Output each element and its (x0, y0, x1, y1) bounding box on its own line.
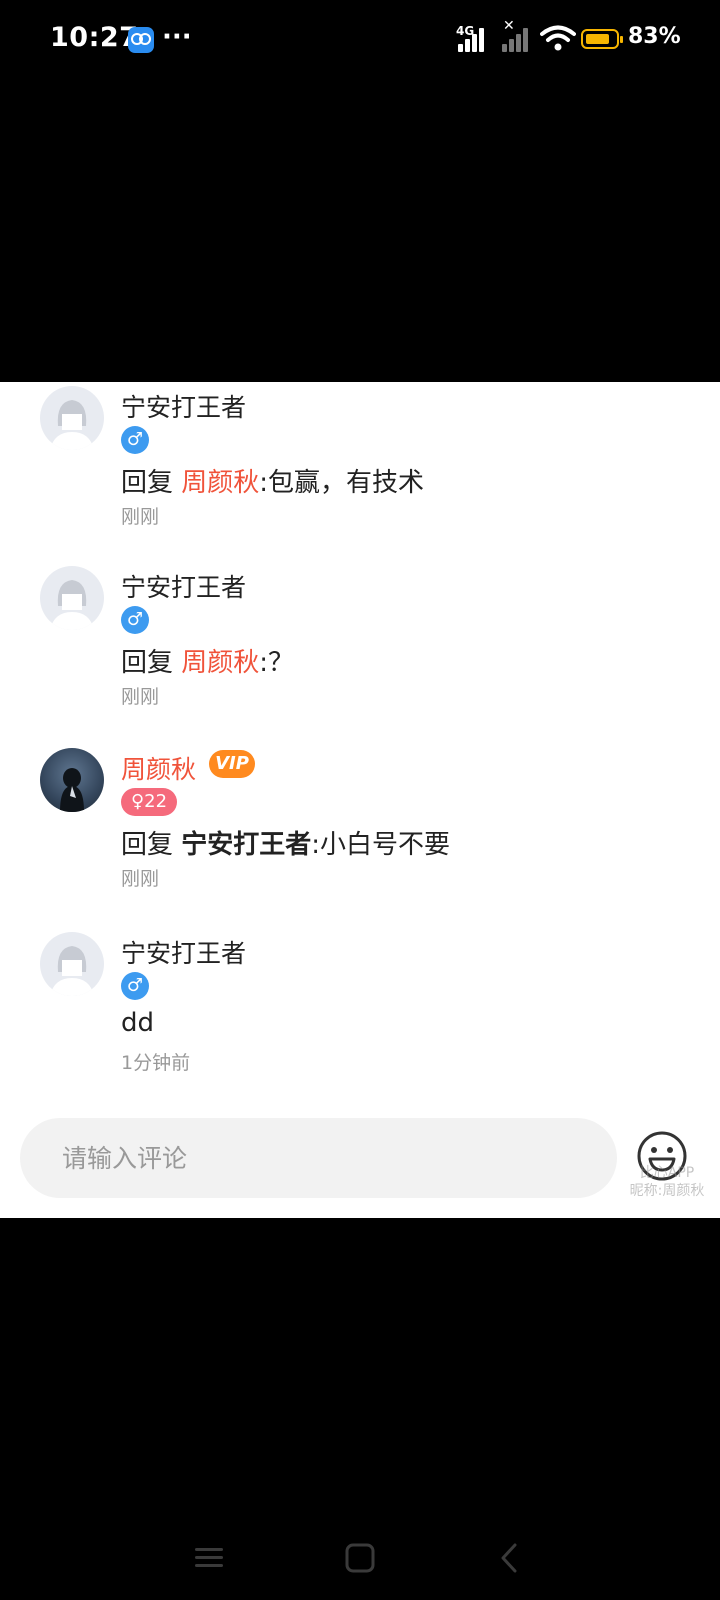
gender-badge: ♂ (121, 972, 149, 1000)
female-icon: ♀ (130, 791, 145, 812)
battery-percent: 83% (628, 24, 681, 49)
default-avatar-icon (50, 400, 94, 450)
battery-level (586, 34, 610, 44)
signal-icon (458, 28, 488, 52)
watermark-line: 昵称:周颜秋 (629, 1183, 705, 1199)
signal-2-icon (502, 28, 532, 52)
vip-badge: VIP (209, 750, 255, 778)
default-avatar-icon (50, 946, 94, 996)
comment-input[interactable] (20, 1118, 617, 1198)
reply-target-name[interactable]: 周颜秋 (181, 648, 259, 678)
comment-time: 刚刚 (121, 506, 160, 528)
comment-time: 刚刚 (121, 686, 160, 708)
comment-text[interactable]: 回复 周颜秋:包赢，有技术 (121, 462, 424, 499)
avatar[interactable] (40, 566, 104, 630)
status-bar: 10:27 ··· 4G ✕ 83% (0, 0, 720, 80)
battery-icon (581, 29, 623, 49)
username[interactable]: 周颜秋 (121, 750, 196, 786)
reply-prefix: 回复 (121, 468, 182, 498)
male-icon: ♂ (126, 975, 144, 996)
username[interactable]: 宁安打王者 (121, 934, 246, 970)
more-notifications-icon: ··· (162, 22, 192, 52)
menu-icon[interactable] (189, 1538, 229, 1578)
gender-badge: ♂ (121, 606, 149, 634)
comment-body: :小白号不要 (311, 830, 451, 860)
comment-body: dd (121, 1008, 155, 1038)
age: 22 (144, 791, 168, 812)
comment-body: :？ (259, 648, 295, 678)
gender-age-badge: ♀22 (121, 788, 177, 816)
navigation-bar (0, 1520, 720, 1590)
comment-text[interactable]: 回复 宁安打王者:小白号不要 (121, 824, 450, 861)
avatar[interactable] (40, 748, 104, 812)
comment-body: :包赢，有技术 (259, 468, 425, 498)
reply-target-name[interactable]: 周颜秋 (181, 468, 259, 498)
reply-target-name[interactable]: 宁安打王者 (181, 830, 311, 860)
comment-text[interactable]: dd (121, 1008, 154, 1038)
comment-text[interactable]: 回复 周颜秋:？ (121, 642, 294, 679)
reply-prefix: 回复 (121, 648, 182, 678)
watermark: 比心APP 昵称:周颜秋 (622, 1164, 712, 1200)
avatar[interactable] (40, 932, 104, 996)
comment-time: 刚刚 (121, 868, 160, 890)
status-time: 10:27 (50, 22, 139, 53)
comment-time: 1分钟前 (121, 1052, 191, 1074)
watermark-line: 比心APP (639, 1165, 695, 1181)
default-avatar-icon (50, 580, 94, 630)
app-notification-icon (128, 27, 154, 53)
username[interactable]: 宁安打王者 (121, 388, 246, 424)
male-icon: ♂ (126, 609, 144, 630)
back-icon[interactable] (490, 1538, 530, 1578)
avatar[interactable] (40, 386, 104, 450)
gender-badge: ♂ (121, 426, 149, 454)
user-photo-avatar (60, 768, 84, 812)
username[interactable]: 宁安打王者 (121, 568, 246, 604)
home-icon[interactable] (340, 1538, 380, 1578)
male-icon: ♂ (126, 429, 144, 450)
comments-panel: 宁安打王者 ♂ 回复 周颜秋:包赢，有技术 刚刚 宁安打王者 ♂ 回复 周颜秋:… (0, 382, 720, 1218)
wifi-icon (540, 25, 576, 51)
reply-prefix: 回复 (121, 830, 182, 860)
